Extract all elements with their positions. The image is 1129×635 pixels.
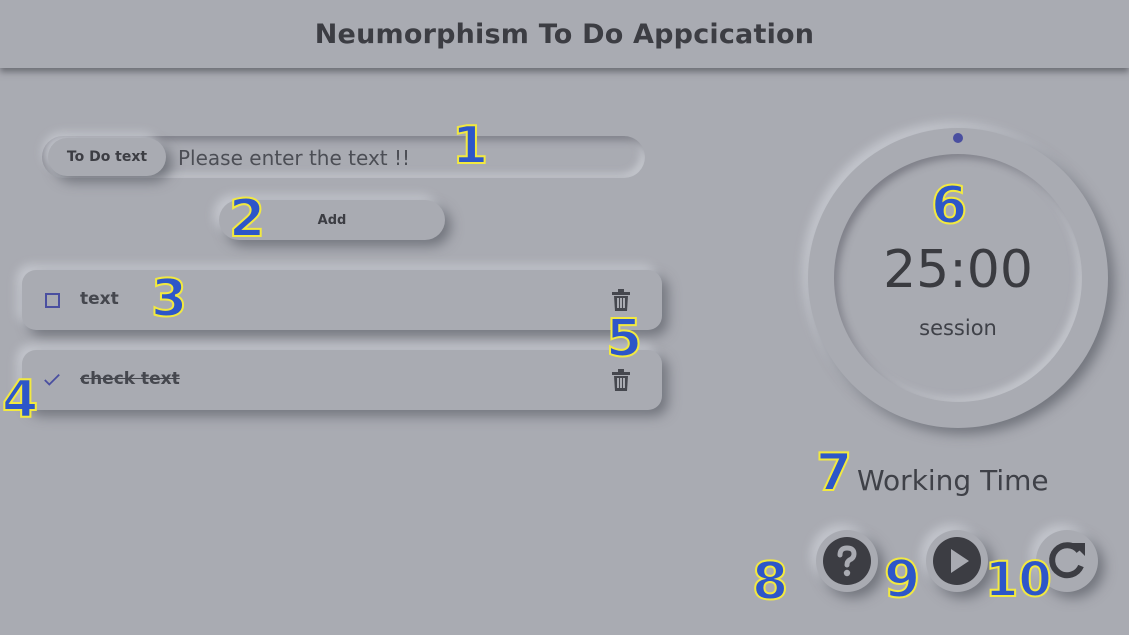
todo-checkbox-unchecked[interactable] <box>43 291 61 309</box>
annotation-marker-4: 4 <box>1 370 39 430</box>
todo-item: check text <box>22 350 662 410</box>
timer-session-label: session <box>919 316 997 340</box>
annotation-marker-3: 3 <box>150 269 188 329</box>
annotation-marker-1: 1 <box>451 116 489 176</box>
app-header: Neumorphism To Do Appcication <box>0 0 1129 68</box>
checkbox-empty-icon <box>44 292 60 308</box>
annotation-marker-7: 7 <box>815 443 853 503</box>
timer-progress-dot <box>953 133 963 143</box>
annotation-marker-9: 9 <box>883 550 921 610</box>
timer-time: 25:00 <box>883 240 1033 300</box>
todo-input-label: To Do text <box>48 138 166 176</box>
todo-item-text: text <box>80 289 119 309</box>
trash-icon[interactable] <box>610 368 632 392</box>
timer-mode-label: Working Time <box>857 464 1049 497</box>
play-button[interactable] <box>926 530 988 592</box>
question-circle-icon <box>823 537 871 585</box>
timer-dial: 25:00 session <box>808 128 1108 428</box>
todo-input-group: To Do text <box>42 136 645 178</box>
annotation-marker-8: 8 <box>751 552 789 612</box>
annotation-marker-10: 10 <box>984 552 1053 608</box>
todo-checkbox-checked[interactable] <box>43 371 61 389</box>
checkmark-icon <box>44 373 60 386</box>
annotation-marker-6: 6 <box>930 176 968 236</box>
help-button[interactable] <box>816 530 878 592</box>
annotation-marker-2: 2 <box>228 189 266 249</box>
page-title: Neumorphism To Do Appcication <box>314 18 815 50</box>
annotation-marker-5: 5 <box>605 309 643 369</box>
todo-item: text <box>22 270 662 330</box>
play-circle-icon <box>933 537 981 585</box>
todo-text-input[interactable] <box>176 140 630 176</box>
todo-item-text: check text <box>80 369 180 389</box>
